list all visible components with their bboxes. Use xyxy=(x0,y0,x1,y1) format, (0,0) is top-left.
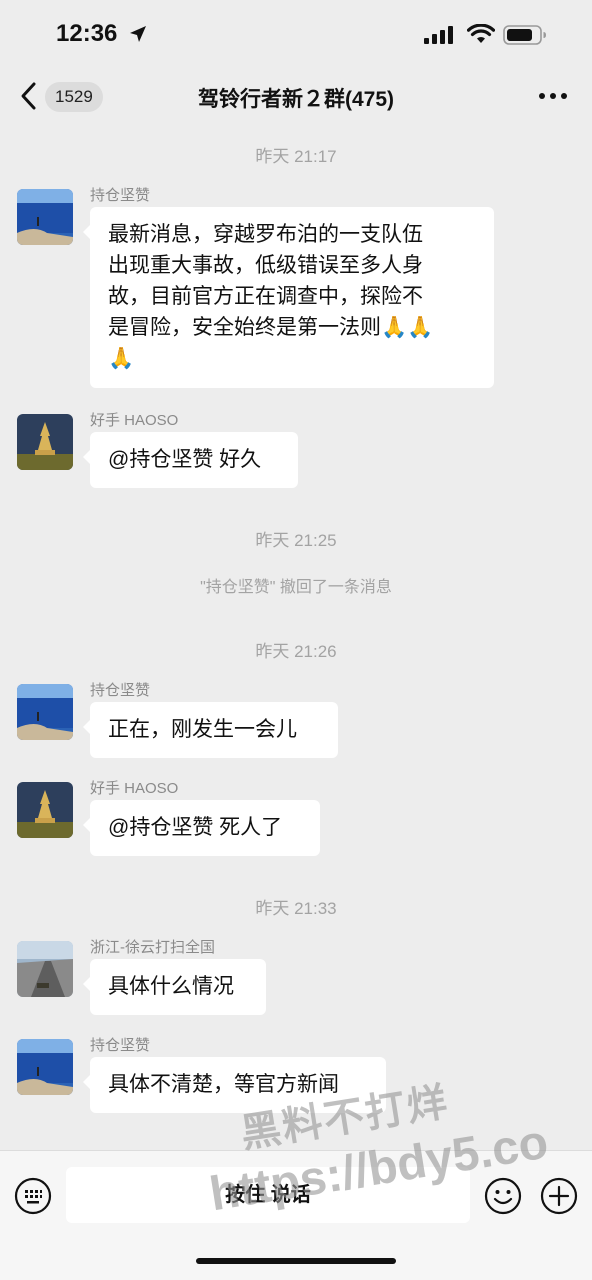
avatar-road-image xyxy=(17,941,73,997)
timestamp: 昨天 21:26 xyxy=(255,642,337,661)
avatar[interactable] xyxy=(17,189,73,245)
message-line: 是冒险，安全始终是第一法则🙏🙏 xyxy=(108,316,434,339)
avatar-pagoda-image xyxy=(17,782,73,838)
chat-title: 驾铃行者新２群(475) xyxy=(197,88,395,111)
sender-name: 浙江-徐云打扫全国 xyxy=(90,939,215,956)
back-chevron-icon[interactable] xyxy=(18,80,40,112)
plus-icon[interactable] xyxy=(540,1177,578,1215)
avatar-pagoda-image xyxy=(17,414,73,470)
sender-name: 持仓坚赞 xyxy=(90,682,151,699)
pray-emoji: 🙏 xyxy=(108,347,135,370)
more-options-icon[interactable] xyxy=(536,86,570,106)
message-bubble[interactable]: @持仓坚赞 好久 xyxy=(83,432,298,488)
status-time: 12:36 xyxy=(56,20,118,47)
avatar[interactable] xyxy=(17,782,73,838)
home-indicator xyxy=(196,1258,396,1264)
avatar[interactable] xyxy=(17,941,73,997)
message-text: @持仓坚赞 好久 xyxy=(108,448,262,471)
timestamp: 昨天 21:17 xyxy=(255,147,337,166)
avatar[interactable] xyxy=(17,414,73,470)
pray-emoji: 🙏🙏 xyxy=(381,316,434,339)
status-bar: 12:36 xyxy=(0,0,592,70)
keyboard-icon[interactable] xyxy=(14,1177,52,1215)
message-text: 正在，刚发生一会儿 xyxy=(108,718,297,741)
message-bubble[interactable]: 正在，刚发生一会儿 xyxy=(83,702,338,758)
recall-notice: "持仓坚赞" 撤回了一条消息 xyxy=(200,579,392,596)
message-bubble[interactable]: 最新消息，穿越罗布泊的一支队伍 出现重大事故，低级错误至多人身 故，目前官方正在… xyxy=(83,207,494,388)
cellular-signal-icon xyxy=(424,26,453,44)
avatar-sea-image xyxy=(17,1039,73,1095)
avatar-sea-image xyxy=(17,684,73,740)
message-line: 最新消息，穿越罗布泊的一支队伍 xyxy=(108,223,423,246)
sender-name: 好手 HAOSO xyxy=(90,780,179,797)
message-line: 出现重大事故，低级错误至多人身 xyxy=(108,254,423,277)
message-text: 具体什么情况 xyxy=(108,975,234,998)
avatar[interactable] xyxy=(17,684,73,740)
sender-name: 好手 HAOSO xyxy=(90,412,179,429)
battery-icon xyxy=(503,25,546,45)
unread-count-badge[interactable]: 1529 xyxy=(45,82,103,112)
timestamp: 昨天 21:33 xyxy=(255,899,337,918)
emoji-icon[interactable] xyxy=(484,1177,522,1215)
message-text: @持仓坚赞 死人了 xyxy=(108,816,283,839)
message-line: 故，目前官方正在调查中，探险不 xyxy=(108,285,423,308)
message-bubble[interactable]: @持仓坚赞 死人了 xyxy=(83,800,320,856)
sender-name: 持仓坚赞 xyxy=(90,1037,151,1054)
chat-header: 1529 驾铃行者新２群(475) xyxy=(0,70,592,124)
message-bubble[interactable]: 具体什么情况 xyxy=(83,959,266,1015)
avatar-sea-image xyxy=(17,189,73,245)
avatar[interactable] xyxy=(17,1039,73,1095)
sender-name: 持仓坚赞 xyxy=(90,187,151,204)
wifi-icon xyxy=(467,24,495,43)
location-arrow-icon xyxy=(130,26,146,42)
timestamp: 昨天 21:25 xyxy=(255,531,337,550)
